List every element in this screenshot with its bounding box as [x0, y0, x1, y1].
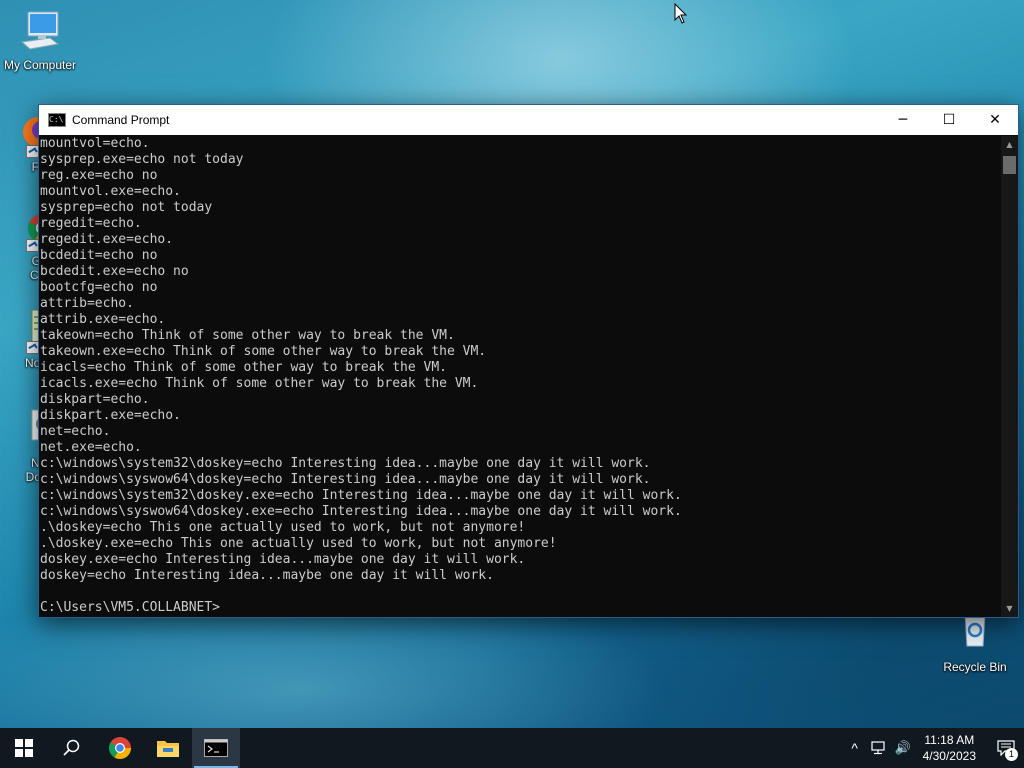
console-line: sysprep.exe=echo not today [40, 152, 244, 167]
window-titlebar[interactable]: C:\ Command Prompt ─ ☐ ✕ [39, 105, 1018, 135]
close-button[interactable]: ✕ [972, 105, 1018, 135]
console-line: .\doskey.exe=echo This one actually used… [40, 536, 557, 551]
console-line: regedit=echo. [40, 216, 142, 231]
command-prompt-app-icon: C:\ [48, 113, 66, 127]
desktop-icon-label: Recycle Bin [943, 660, 1007, 674]
start-button[interactable] [0, 728, 48, 768]
windows-logo-icon [15, 739, 33, 757]
taskbar-chrome[interactable] [96, 728, 144, 768]
console-line: icacls=echo Think of some other way to b… [40, 360, 447, 375]
console-line: net.exe=echo. [40, 440, 142, 455]
search-icon [63, 739, 80, 756]
network-icon[interactable] [867, 741, 891, 755]
console-line: c:\windows\syswow64\doskey.exe=echo Inte… [40, 504, 682, 519]
vertical-scrollbar[interactable]: ▲ ▼ [1001, 136, 1018, 617]
console-line: regedit.exe=echo. [40, 232, 174, 247]
show-hidden-icons-chevron-icon[interactable]: ^ [843, 740, 867, 756]
console-line: c:\windows\system32\doskey=echo Interest… [40, 456, 651, 471]
scroll-up-arrow-icon[interactable]: ▲ [1001, 136, 1018, 153]
command-prompt-window[interactable]: C:\ Command Prompt ─ ☐ ✕ mountvol=echo. s… [38, 104, 1019, 618]
console-line: attrib=echo. [40, 296, 134, 311]
console-line: C:\Users\VM5.COLLABNET> [40, 600, 221, 615]
console-line: attrib.exe=echo. [40, 312, 166, 327]
console-line: mountvol.exe=echo. [40, 184, 181, 199]
console-line: reg.exe=echo no [40, 168, 158, 183]
window-title: Command Prompt [72, 113, 170, 127]
console-line: takeown.exe=echo Think of some other way… [40, 344, 487, 359]
clock[interactable]: 11:18 AM 4/30/2023 [923, 732, 976, 764]
search-button[interactable] [48, 728, 96, 768]
scroll-down-arrow-icon[interactable]: ▼ [1001, 600, 1018, 617]
console-line: diskpart.exe=echo. [40, 408, 181, 423]
desktop: My Computer Fire Goo Chro [0, 0, 1024, 728]
scrollbar-thumb[interactable] [1003, 156, 1016, 174]
maximize-button[interactable]: ☐ [926, 105, 972, 135]
taskbar-command-prompt[interactable] [192, 728, 240, 768]
desktop-icon-label: My Computer [3, 58, 77, 72]
console-line: mountvol=echo. [40, 136, 150, 151]
system-tray: ^ 🔊 11:18 AM 4/30/2023 1 [843, 728, 1024, 768]
minimize-button[interactable]: ─ [880, 105, 926, 135]
desktop-icon-my-computer[interactable]: My Computer [0, 8, 80, 72]
desktop-icon-recycle-bin[interactable]: Recycle Bin [935, 610, 1015, 674]
computer-icon [16, 8, 64, 56]
console-line: .\doskey=echo This one actually used to … [40, 520, 526, 535]
folder-icon [157, 741, 179, 757]
clock-date: 4/30/2023 [922, 749, 976, 763]
console-output[interactable]: mountvol=echo. sysprep.exe=echo not today… [39, 136, 1001, 617]
console-line: bootcfg=echo no [40, 280, 158, 295]
notification-count-badge: 1 [1005, 748, 1018, 761]
console-line: bcdedit=echo no [40, 248, 158, 263]
volume-icon[interactable]: 🔊 [891, 740, 915, 756]
console-line: bcdedit.exe=echo no [40, 264, 189, 279]
chrome-icon [109, 737, 131, 759]
console-line: net=echo. [40, 424, 111, 439]
taskbar-file-explorer[interactable] [144, 728, 192, 768]
console-line: c:\windows\syswow64\doskey=echo Interest… [40, 472, 651, 487]
console-line: doskey.exe=echo Interesting idea...maybe… [40, 552, 526, 567]
console-line: icacls.exe=echo Think of some other way … [40, 376, 479, 391]
clock-time: 11:18 AM [924, 733, 975, 747]
console-line: diskpart=echo. [40, 392, 150, 407]
console-line: doskey=echo Interesting idea...maybe one… [40, 568, 494, 583]
console-line: takeown=echo Think of some other way to … [40, 328, 455, 343]
action-center-button[interactable]: 1 [988, 728, 1024, 768]
console-line: c:\windows\system32\doskey.exe=echo Inte… [40, 488, 682, 503]
console-line: sysprep=echo not today [40, 200, 213, 215]
taskbar: ^ 🔊 11:18 AM 4/30/2023 1 [0, 728, 1024, 768]
command-prompt-icon [204, 739, 228, 757]
